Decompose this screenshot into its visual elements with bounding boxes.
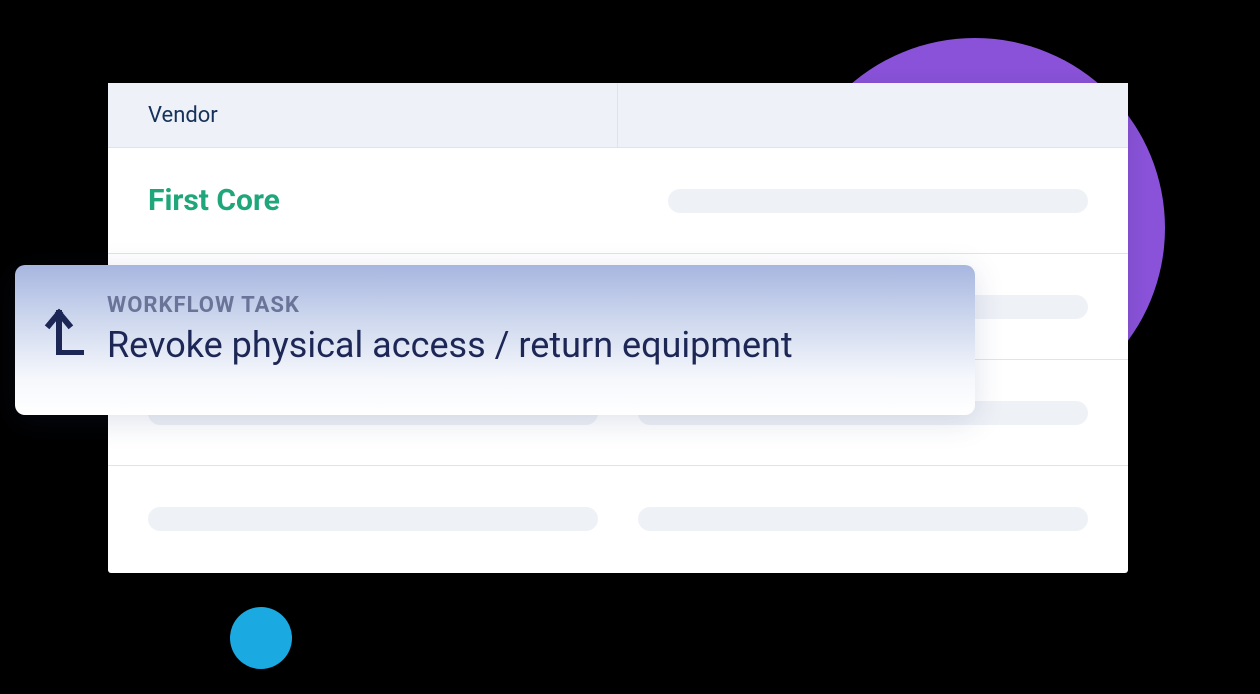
placeholder-bar <box>638 507 1088 531</box>
workflow-title: Revoke physical access / return equipmen… <box>107 324 947 367</box>
header-label: Vendor <box>148 103 218 128</box>
table-row <box>108 466 1128 572</box>
workflow-task-card[interactable]: WORKFLOW TASK Revoke physical access / r… <box>15 265 975 415</box>
header-vendor-column: Vendor <box>108 83 618 147</box>
workflow-text-group: WORKFLOW TASK Revoke physical access / r… <box>107 293 947 367</box>
placeholder-cell <box>618 189 1088 213</box>
table-row: First Core <box>108 148 1128 254</box>
placeholder-cell-group <box>148 507 1088 531</box>
panel-header: Vendor <box>108 83 1128 148</box>
arrow-up-turn-icon <box>43 299 85 359</box>
header-right-column <box>618 83 1128 147</box>
placeholder-bar <box>148 507 598 531</box>
vendor-name[interactable]: First Core <box>148 183 618 218</box>
decorative-blue-circle <box>230 607 292 669</box>
workflow-label: WORKFLOW TASK <box>107 293 947 318</box>
placeholder-bar <box>668 189 1088 213</box>
